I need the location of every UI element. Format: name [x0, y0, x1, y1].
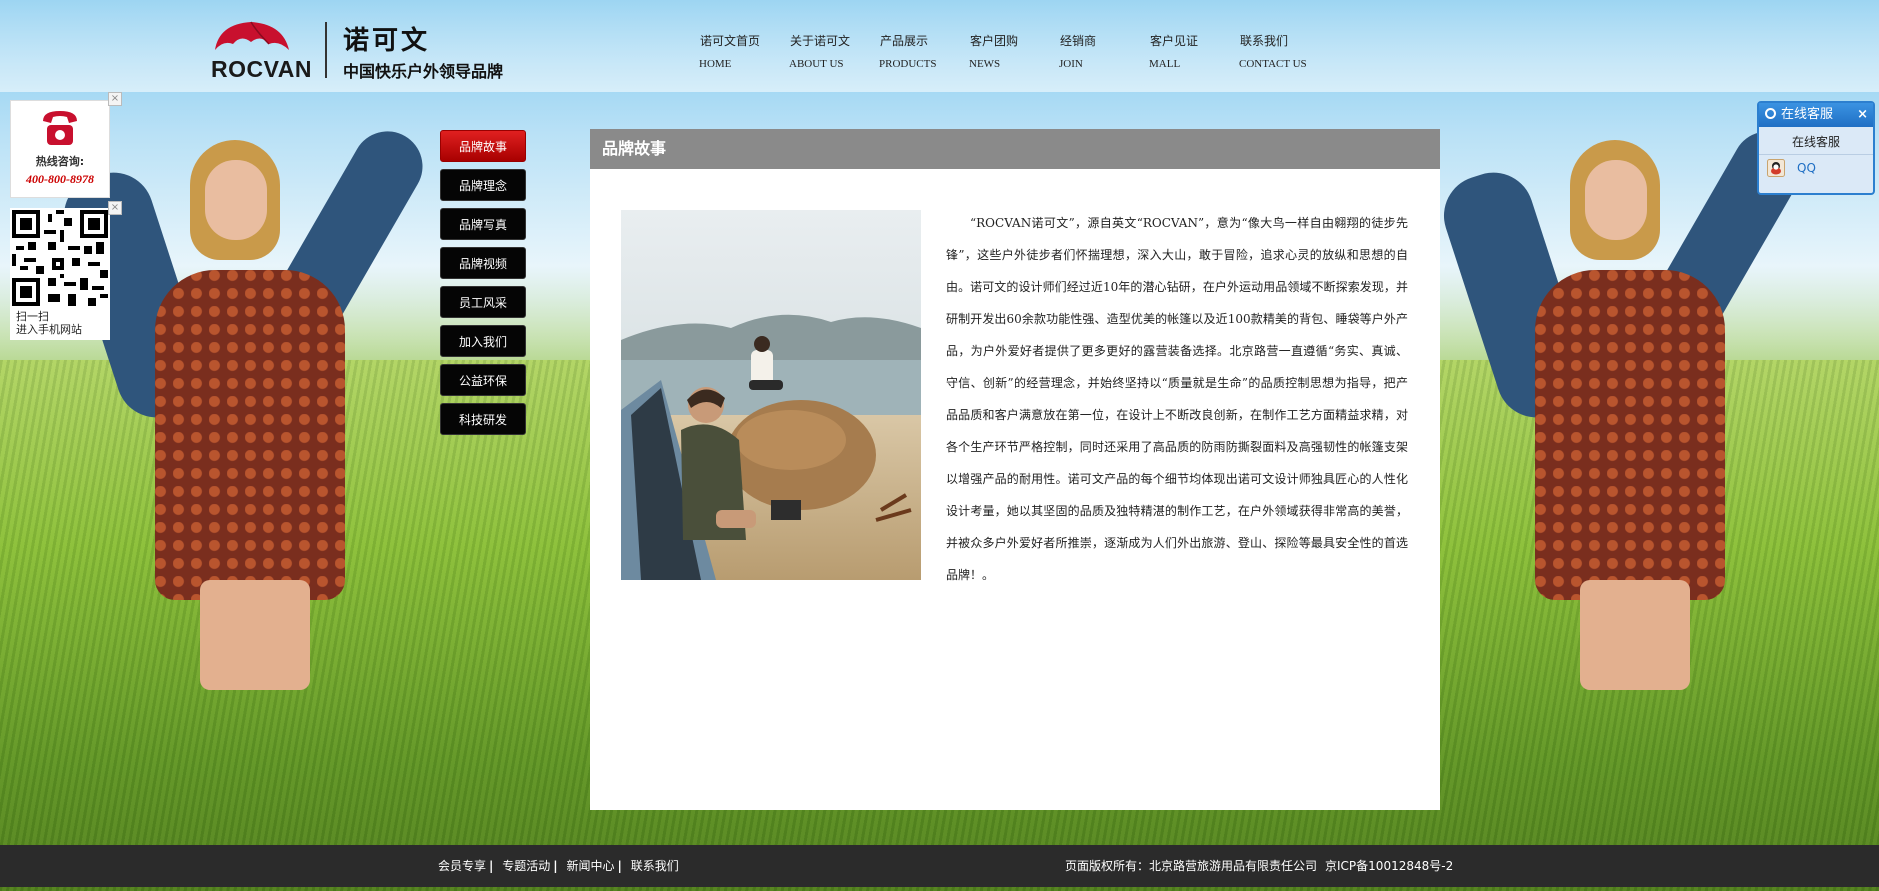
- nav-label-cn: 联系我们: [1240, 34, 1289, 48]
- nav-item-join[interactable]: 经销商 JOIN: [1050, 32, 1140, 70]
- nav-item-products[interactable]: 产品展示 PRODUCTS: [870, 32, 960, 70]
- nav-label-cn: 客户见证: [1150, 34, 1199, 48]
- content-panel: 品牌故事 “ROCVAN诺可文”，源自英文“ROCVAN”，意为“像大鸟一样自由…: [590, 129, 1440, 810]
- nav-item-about[interactable]: 关于诺可文 ABOUT US: [780, 32, 870, 70]
- side-item-staff[interactable]: 员工风采: [440, 286, 526, 318]
- qr-caption-line1: 扫一扫: [16, 310, 49, 323]
- footer-link-topics[interactable]: 专题活动: [502, 859, 550, 873]
- site-logo[interactable]: ROCVAN 诺可文 中国快乐户外领导品牌: [211, 18, 511, 82]
- chat-qq-label: QQ: [1797, 161, 1816, 175]
- qr-caption: 扫一扫 进入手机网站: [16, 310, 82, 336]
- nav-item-contact[interactable]: 联系我们 CONTACT US: [1230, 32, 1320, 70]
- side-item-brand-story[interactable]: 品牌故事: [440, 130, 526, 162]
- nav-label-en: JOIN: [1059, 58, 1083, 70]
- nav-item-home[interactable]: 诺可文首页 HOME: [690, 32, 780, 70]
- close-icon[interactable]: ×: [108, 92, 122, 106]
- brand-slogan: 中国快乐户外领导品牌: [343, 62, 504, 81]
- hotline-label: 热线咨询:: [35, 155, 85, 168]
- main-nav: 诺可文首页 HOME 关于诺可文 ABOUT US 产品展示 PRODUCTS …: [690, 32, 1320, 70]
- footer-link-news[interactable]: 新闻中心: [566, 859, 614, 873]
- nav-label-cn: 客户团购: [970, 34, 1019, 48]
- footer-link-members[interactable]: 会员专享: [438, 859, 486, 873]
- brand-name-en: ROCVAN: [211, 56, 312, 82]
- footer-copyright: 页面版权所有：北京路营旅游用品有限责任公司 京ICP备10012848号-2: [1065, 845, 1453, 887]
- chat-header[interactable]: 在线客服 ×: [1759, 103, 1873, 127]
- nav-label-en: PRODUCTS: [879, 58, 937, 70]
- footer-link-contact[interactable]: 联系我们: [631, 859, 679, 873]
- icp-number[interactable]: 京ICP备10012848号-2: [1325, 859, 1453, 873]
- hotline-widget[interactable]: 热线咨询: 400-800-8978: [10, 100, 110, 198]
- nav-label-en: HOME: [699, 58, 732, 70]
- qr-caption-line2: 进入手机网站: [16, 323, 82, 336]
- qq-icon: [1767, 159, 1785, 177]
- nav-item-mall[interactable]: 客户见证 MALL: [1140, 32, 1230, 70]
- chat-qq-link[interactable]: QQ: [1759, 155, 1873, 181]
- chat-bubble-icon: [1765, 108, 1776, 119]
- camping-photo: [621, 210, 921, 580]
- footer-links: 会员专享 | 专题活动 | 新闻中心 | 联系我们: [438, 845, 679, 887]
- footer-separator: |: [617, 859, 622, 873]
- chat-subtitle: 在线客服: [1759, 127, 1873, 155]
- nav-label-en: MALL: [1149, 58, 1181, 70]
- nav-label-cn: 经销商: [1060, 34, 1097, 48]
- brand-side-menu: 品牌故事 品牌理念 品牌写真 品牌视频 员工风采 加入我们 公益环保 科技研发: [440, 130, 526, 442]
- hotline-number: 400-800-8978: [26, 172, 94, 186]
- logo-divider: [325, 22, 327, 78]
- brand-name-cn: 诺可文: [343, 26, 431, 56]
- side-item-brand-philosophy[interactable]: 品牌理念: [440, 169, 526, 201]
- side-item-brand-video[interactable]: 品牌视频: [440, 247, 526, 279]
- site-header: ROCVAN 诺可文 中国快乐户外领导品牌 诺可文首页 HOME 关于诺可文 A…: [0, 0, 1879, 92]
- nav-label-cn: 诺可文首页: [700, 34, 761, 48]
- qr-code-icon: [12, 210, 108, 306]
- nav-label-en: CONTACT US: [1239, 58, 1307, 70]
- side-item-join-us[interactable]: 加入我们: [440, 325, 526, 357]
- umbrella-logo-icon: [215, 21, 289, 50]
- copyright-text: 页面版权所有：北京路营旅游用品有限责任公司: [1065, 859, 1318, 873]
- close-icon[interactable]: ×: [108, 201, 122, 215]
- chat-title: 在线客服: [1781, 107, 1834, 122]
- side-item-brand-photos[interactable]: 品牌写真: [440, 208, 526, 240]
- mobile-qr-widget[interactable]: 扫一扫 进入手机网站: [10, 208, 110, 340]
- footer-separator: |: [553, 859, 558, 873]
- side-item-charity[interactable]: 公益环保: [440, 364, 526, 396]
- nav-label-cn: 产品展示: [880, 34, 929, 48]
- site-footer: 会员专享 | 专题活动 | 新闻中心 | 联系我们 页面版权所有：北京路营旅游用品有限…: [0, 845, 1879, 887]
- page-title: 品牌故事: [590, 129, 1440, 169]
- brand-story-text: “ROCVAN诺可文”，源自英文“ROCVAN”，意为“像大鸟一样自由翱翔的徒步…: [946, 216, 1408, 582]
- nav-label-en: ABOUT US: [789, 58, 844, 70]
- background-person-left: [53, 80, 436, 690]
- online-service-widget: 在线客服 × 在线客服 QQ: [1757, 101, 1875, 195]
- side-item-rnd[interactable]: 科技研发: [440, 403, 526, 435]
- nav-label-cn: 关于诺可文: [790, 34, 851, 48]
- nav-label-en: NEWS: [969, 58, 1001, 70]
- footer-separator: |: [489, 859, 494, 873]
- nav-item-news[interactable]: 客户团购 NEWS: [960, 32, 1050, 70]
- background-person-right: [1433, 80, 1816, 690]
- chat-close-button[interactable]: ×: [1857, 103, 1868, 127]
- phone-icon: [43, 111, 77, 145]
